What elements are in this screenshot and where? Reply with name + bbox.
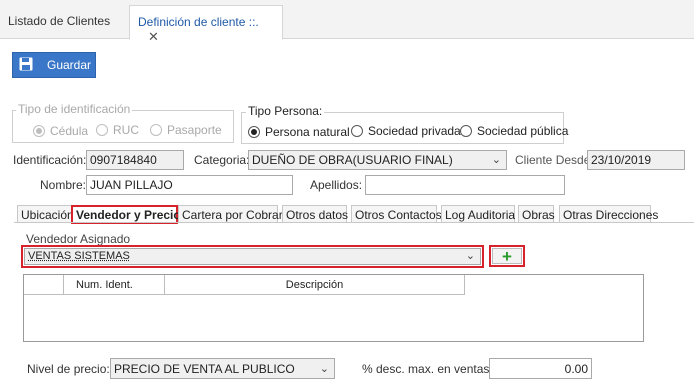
tab-label: Listado de Clientes <box>8 14 111 28</box>
save-button[interactable]: Guardar <box>12 52 96 78</box>
nombre-field[interactable]: JUAN PILLAJO <box>86 175 293 195</box>
nivel-precio-label: Nivel de precio: <box>27 362 110 376</box>
radio-dot <box>33 125 45 137</box>
nivel-precio-select[interactable]: PRECIO DE VENTA AL PUBLICO ⌄ <box>110 358 335 379</box>
tab-label: Obras <box>522 208 555 222</box>
tab-otras-direcciones[interactable]: Otras Direcciones <box>559 205 658 223</box>
radio-sociedad-publica[interactable]: Sociedad pública <box>460 124 568 140</box>
apellidos-field[interactable] <box>365 175 565 195</box>
radio-label: Pasaporte <box>167 123 222 137</box>
radio-sociedad-privada[interactable]: Sociedad privada <box>351 124 461 140</box>
radio-label: RUC <box>113 123 139 137</box>
nivel-precio-value: PRECIO DE VENTA AL PUBLICO <box>114 362 295 376</box>
tab-otros-contactos[interactable]: Otros Contactos <box>351 205 442 223</box>
radio-pasaporte[interactable]: Pasaporte <box>150 123 222 139</box>
vendedor-value: VENTAS SISTEMAS <box>28 250 130 262</box>
tab-label: Vendedor y Precios <box>76 208 188 222</box>
tab-otros-datos[interactable]: Otros datos <box>282 205 349 223</box>
tab-label: Ubicación <box>21 208 74 222</box>
radio-dot <box>460 125 472 137</box>
desc-max-label: % desc. max. en ventas: <box>362 362 493 376</box>
radio-label: Persona natural <box>265 125 350 139</box>
tab-cartera-cobrar[interactable]: Cartera por Cobrar <box>178 205 283 223</box>
nombre-label: Nombre: <box>40 178 87 192</box>
tab-label: Otras Direcciones <box>563 208 659 222</box>
add-vendedor-button[interactable]: + <box>492 246 522 266</box>
chevron-down-icon: ⌄ <box>465 250 475 262</box>
tab-listado-clientes[interactable]: Listado de Clientes <box>0 5 128 40</box>
categoria-value: DUEÑO DE OBRA(USUARIO FINAL) <box>252 153 453 167</box>
tab-label: Otros datos <box>286 208 349 222</box>
radio-label: Sociedad privada <box>368 124 461 138</box>
radio-dot <box>248 126 260 138</box>
categoria-select[interactable]: DUEÑO DE OBRA(USUARIO FINAL) ⌄ <box>248 150 507 170</box>
radio-cedula[interactable]: Cédula <box>33 123 88 138</box>
grid-header-select <box>24 275 64 295</box>
cliente-desde-label: Cliente Desde: <box>515 153 594 167</box>
radio-ruc[interactable]: RUC <box>96 123 139 139</box>
radio-persona-natural[interactable]: Persona natural <box>248 124 350 139</box>
floppy-disk-icon <box>19 57 33 74</box>
tab-label: Otros Contactos <box>355 208 442 222</box>
grid-header-num-ident[interactable]: Num. Ident. <box>64 275 165 295</box>
tab-obras[interactable]: Obras <box>518 205 555 223</box>
radio-label: Cédula <box>50 124 89 138</box>
chevron-down-icon: ⌄ <box>491 154 501 166</box>
radio-dot <box>150 124 162 136</box>
desc-max-field[interactable]: 0.00 <box>489 358 592 379</box>
identificacion-field[interactable]: 0907184840 <box>86 150 184 170</box>
chevron-down-icon: ⌄ <box>319 363 329 375</box>
plus-icon: + <box>502 246 512 266</box>
grid-header-descripcion[interactable]: Descripción <box>165 275 465 295</box>
tipo-persona-legend: Tipo Persona: <box>246 104 325 118</box>
apellidos-label: Apellidos: <box>310 178 363 192</box>
close-icon[interactable]: ✕ <box>148 29 159 44</box>
tipo-identificacion-legend: Tipo de identificación <box>16 102 133 116</box>
identificacion-label: Identificación: <box>13 153 87 167</box>
tab-ubicacion[interactable]: Ubicación <box>17 205 74 223</box>
radio-dot <box>351 125 363 137</box>
categoria-label: Categoria: <box>194 153 250 167</box>
tab-label: Cartera por Cobrar <box>182 208 283 222</box>
radio-label: Sociedad pública <box>477 124 569 138</box>
tab-label: Log Auditoria <box>445 208 516 222</box>
cliente-desde-field[interactable]: 23/10/2019 <box>587 150 685 170</box>
vendedor-label: Vendedor Asignado <box>26 232 131 246</box>
radio-dot <box>96 124 108 136</box>
tab-label: Definición de cliente ::. <box>138 15 259 29</box>
save-button-label: Guardar <box>47 58 92 72</box>
vendedor-select[interactable]: VENTAS SISTEMAS ⌄ <box>24 248 481 265</box>
tab-log-auditoria[interactable]: Log Auditoria <box>441 205 515 223</box>
tab-definicion-cliente[interactable]: Definición de cliente ::. ✕ <box>129 5 283 44</box>
